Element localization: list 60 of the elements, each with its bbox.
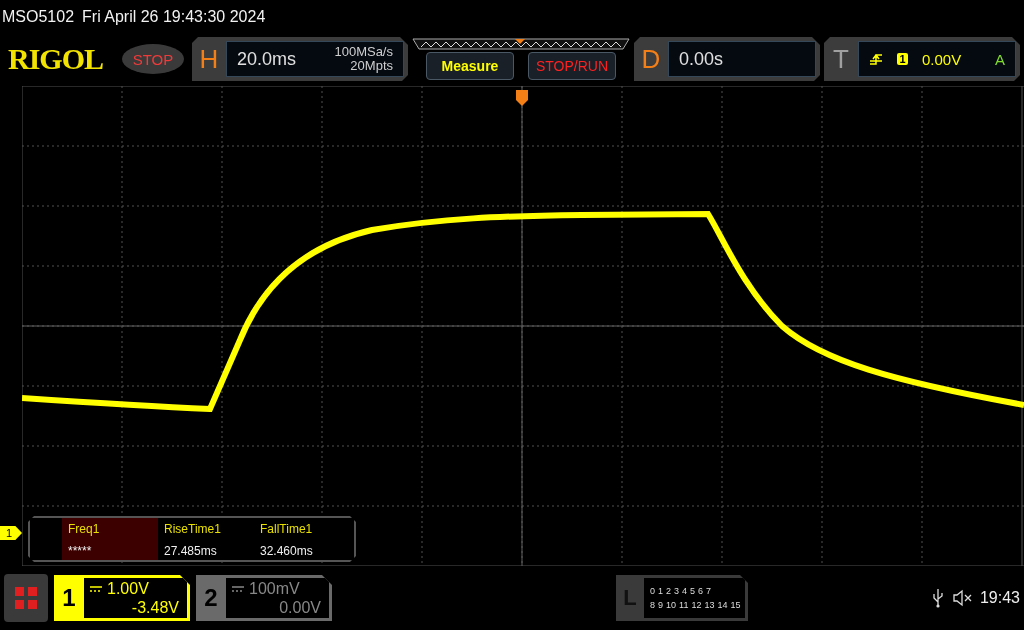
model-name: MSO5102 [2, 8, 75, 26]
clock: 19:43 [979, 589, 1020, 607]
memory-depth: 20Mpts [350, 59, 393, 73]
channel-number: 1 [61, 584, 77, 612]
channel-offset: -3.48V [131, 598, 179, 617]
delay-value: 0.00s [679, 48, 724, 70]
logic-channel-number: 13 [704, 600, 715, 610]
delay-panel[interactable]: D 0.00s [634, 37, 820, 81]
measurement-item[interactable]: Freq1 ***** [62, 518, 158, 560]
delay-label: D [640, 43, 662, 75]
horizontal-panel[interactable]: H 20.0ms 100MSa/s 20Mpts [192, 37, 408, 81]
measurement-value: 32.460ms [260, 544, 314, 558]
timebase-value: 20.0ms [237, 48, 297, 70]
brand-logo: RIGOL [8, 42, 105, 76]
speaker-muted-icon [951, 589, 972, 607]
dc-coupling-icon [232, 585, 244, 592]
trigger-mode: A [995, 50, 1005, 68]
logic-channel-number: 8 [650, 600, 655, 610]
stop-run-button[interactable]: STOP/RUN [528, 52, 616, 80]
usb-icon [931, 588, 944, 608]
channel-panel[interactable]: 2 100mV 0.00V [196, 575, 332, 621]
channel-number: 2 [203, 584, 219, 612]
logic-channel-number: 3 [674, 586, 680, 596]
date-time: Fri April 26 19:43:30 2024 [82, 8, 266, 26]
logic-channel-number: 14 [717, 600, 728, 610]
measurement-value: 27.485ms [164, 544, 218, 558]
logic-channel-number: 4 [682, 586, 688, 596]
rising-edge-icon [869, 52, 883, 66]
grid-icon [14, 586, 38, 610]
logic-channel-number: 2 [666, 586, 672, 596]
trigger-source-badge: 1 [897, 53, 908, 65]
logic-channel-number: 6 [698, 586, 704, 596]
measurement-value: ***** [68, 544, 93, 558]
logic-channel-number: 12 [691, 600, 702, 610]
trigger-panel[interactable]: T 1 0.00V A [824, 37, 1020, 81]
trigger-label: T [832, 43, 850, 75]
measurement-item[interactable]: RiseTime1 27.485ms [158, 518, 254, 560]
logic-channel-number: 10 [666, 600, 677, 610]
logic-channel-number: 11 [679, 600, 689, 610]
logic-channel-number: 7 [706, 586, 712, 596]
channel-offset: 0.00V [279, 598, 321, 617]
logic-channel-number: 0 [650, 586, 655, 596]
measure-button[interactable]: Measure [426, 52, 514, 80]
logic-channel-number: 9 [658, 600, 664, 610]
sample-rate: 100MSa/s [334, 45, 393, 59]
logic-channel-number: 1 [658, 586, 664, 596]
trigger-level: 0.00V [922, 50, 962, 68]
channel-marker[interactable]: 1 [0, 526, 22, 540]
horizontal-label: H [198, 43, 220, 75]
measurement-name: Freq1 [68, 522, 101, 536]
logic-channel-number: 5 [690, 586, 696, 596]
measurement-item[interactable]: FallTime1 32.460ms [254, 518, 350, 560]
channel-panel[interactable]: 1 1.00V -3.48V [54, 575, 190, 621]
measurement-name: RiseTime1 [164, 522, 222, 536]
channel-scale: 1.00V [107, 579, 149, 598]
dc-coupling-icon [90, 585, 102, 592]
trigger-position-icon[interactable] [516, 90, 528, 106]
measurement-name: FallTime1 [260, 522, 314, 536]
channel-scale: 100mV [249, 579, 300, 598]
logic-channel-number: 15 [730, 600, 741, 610]
